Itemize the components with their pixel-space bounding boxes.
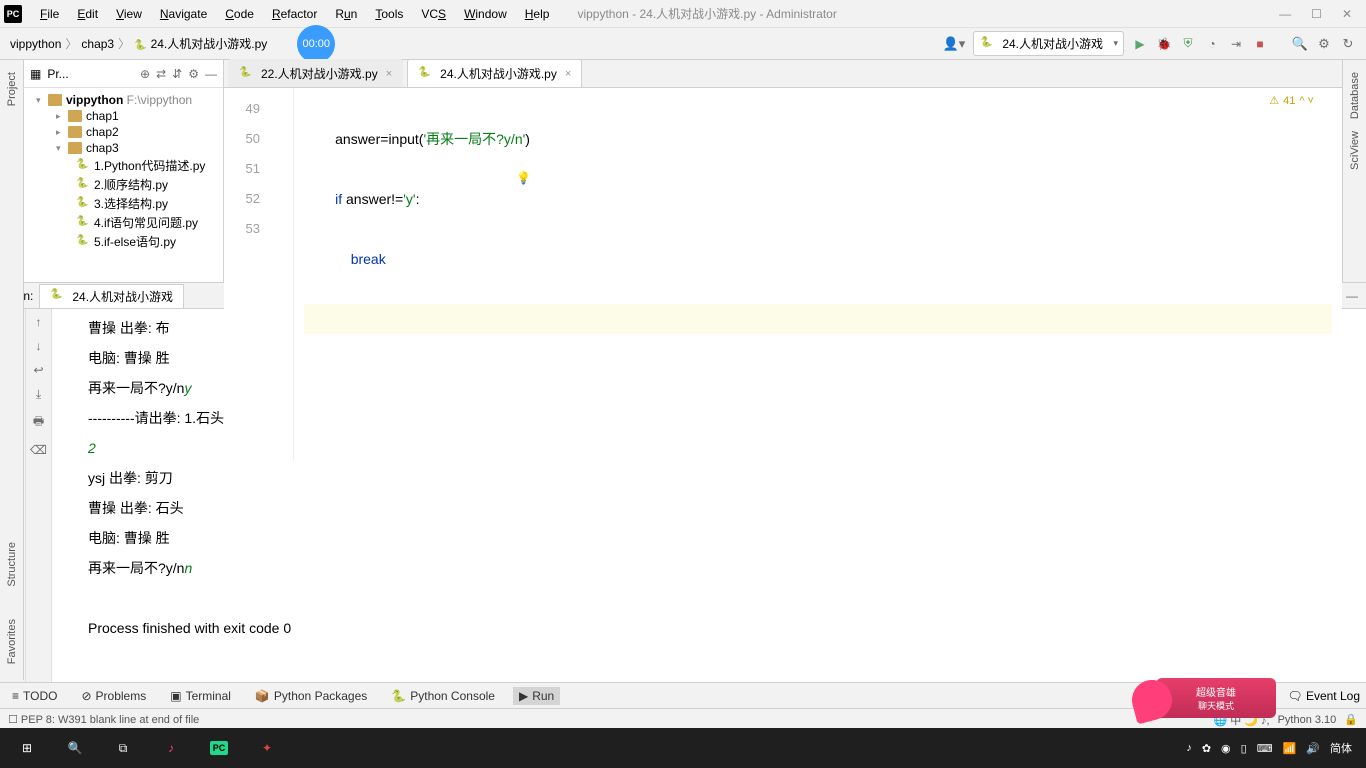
project-tree[interactable]: ▾vippython F:\vippython ▸chap1 ▸chap2 ▾c… <box>24 88 223 282</box>
hide-icon[interactable]: — <box>205 67 217 81</box>
tray-icon[interactable]: 📶 <box>1283 742 1297 755</box>
line-numbers: 49 50 51 52 53 <box>224 88 270 460</box>
menu-window[interactable]: Window <box>456 5 515 23</box>
hide-icon[interactable]: — <box>1346 289 1358 303</box>
inspection-widget[interactable]: ⚠ 41 ^ ˅ <box>1269 94 1314 107</box>
tray-icon[interactable]: ▯ <box>1241 742 1247 755</box>
debug-button[interactable]: 🐞 <box>1156 36 1172 52</box>
sciview-tool-button[interactable]: SciView <box>1349 125 1361 176</box>
menu-help[interactable]: Help <box>517 5 558 23</box>
tray-icon[interactable]: ♪ <box>1186 742 1192 754</box>
minimize-icon[interactable]: — <box>1279 7 1291 21</box>
menu-file[interactable]: File <box>32 5 67 23</box>
taskbar-app[interactable]: ✦ <box>244 728 290 768</box>
run-tool-button[interactable]: ▶ Run <box>513 687 560 705</box>
tray-icon[interactable]: ◉ <box>1221 742 1231 755</box>
collapse-icon[interactable]: ⇵ <box>172 67 182 81</box>
window-title: vippython - 24.人机对战小游戏.py - Administrato… <box>577 5 836 22</box>
maximize-icon[interactable]: ☐ <box>1311 7 1322 21</box>
search-everywhere-icon[interactable]: 🔍 <box>1292 36 1308 52</box>
breadcrumb-item[interactable]: chap3 <box>81 37 114 51</box>
breadcrumb-item[interactable]: 🐍24.人机对战小游戏.py <box>134 35 267 52</box>
music-widget[interactable]: 超级音雄 聊天模式 <box>1156 678 1276 718</box>
expand-icon[interactable]: ⇄ <box>156 67 166 81</box>
update-icon[interactable]: ↻ <box>1340 36 1356 52</box>
run-button[interactable]: ▶ <box>1132 36 1148 52</box>
soft-wrap-icon[interactable]: ↩ <box>33 363 43 377</box>
chevron-right-icon: 〉 <box>65 35 77 52</box>
event-log-button[interactable]: 🗨 Event Log <box>1287 689 1360 703</box>
intention-bulb-icon[interactable]: 💡 <box>516 171 531 185</box>
tray-volume-icon[interactable]: 🔊 <box>1306 742 1320 755</box>
user-icon[interactable]: 👤▾ <box>943 36 966 52</box>
print-icon[interactable]: 🖶 <box>33 412 44 433</box>
menu-navigate[interactable]: Navigate <box>152 5 215 23</box>
down-icon[interactable]: ↓ <box>36 339 42 353</box>
close-icon[interactable]: ✕ <box>1342 7 1352 21</box>
menu-edit[interactable]: Edit <box>69 5 106 23</box>
run-tab[interactable]: 🐍24.人机对战小游戏 <box>39 284 184 308</box>
chevron-right-icon: 〉 <box>118 35 130 52</box>
breadcrumb: vippython 〉 chap3 〉 🐍24.人机对战小游戏.py <box>10 35 267 52</box>
close-icon[interactable]: × <box>565 68 571 80</box>
status-message: ☐ PEP 8: W391 blank line at end of file <box>8 713 199 726</box>
settings-icon[interactable]: ⚙ <box>1316 36 1332 52</box>
project-tree-title: Pr... <box>47 67 134 81</box>
editor-tab[interactable]: 🐍22.人机对战小游戏.py× <box>228 59 403 87</box>
coverage-button[interactable]: ⛨ <box>1180 36 1196 52</box>
tray-lang[interactable]: 简体 <box>1330 740 1352 756</box>
menu-refactor[interactable]: Refactor <box>264 5 325 23</box>
up-icon[interactable]: ↑ <box>36 315 42 329</box>
profile-button[interactable]: ◔ <box>1204 36 1220 52</box>
clear-icon[interactable]: ⌫ <box>30 443 47 457</box>
problems-tool-button[interactable]: ⊘ Problems <box>75 687 152 705</box>
structure-tool-button[interactable]: Structure <box>6 536 18 593</box>
breadcrumb-item[interactable]: vippython <box>10 37 61 51</box>
close-icon[interactable]: × <box>386 68 392 80</box>
locate-icon[interactable]: ⊕ <box>140 67 150 81</box>
taskbar-app-pycharm[interactable]: PC <box>196 728 242 768</box>
project-tool-button[interactable]: Project <box>6 66 18 112</box>
terminal-tool-button[interactable]: ▣ Terminal <box>164 687 237 705</box>
app-logo: PC <box>4 5 22 23</box>
menu-vcs[interactable]: VCS <box>413 5 454 23</box>
menu-run[interactable]: Run <box>327 5 365 23</box>
python-interpreter[interactable]: Python 3.10 <box>1278 714 1337 726</box>
scroll-end-icon[interactable]: ⤓ <box>36 387 41 402</box>
attach-button[interactable]: ⇥ <box>1228 36 1244 52</box>
menubar: File Edit View Navigate Code Refactor Ru… <box>32 5 557 23</box>
favorites-tool-button[interactable]: Favorites <box>6 613 18 670</box>
taskbar-app[interactable]: ♪ <box>148 728 194 768</box>
project-tree-icon: ▦ <box>30 67 41 81</box>
lock-icon[interactable]: 🔒 <box>1344 713 1358 726</box>
start-button[interactable]: ⊞ <box>4 728 50 768</box>
tray-icon[interactable]: ⌨ <box>1257 742 1273 755</box>
menu-tools[interactable]: Tools <box>367 5 411 23</box>
editor-tab[interactable]: 🐍24.人机对战小游戏.py× <box>407 59 582 87</box>
taskview-button[interactable]: ⧉ <box>100 728 146 768</box>
stop-button[interactable]: ■ <box>1252 36 1268 52</box>
run-config-select[interactable]: 🐍24.人机对战小游戏 <box>973 31 1124 56</box>
database-tool-button[interactable]: Database <box>1349 66 1361 125</box>
python-packages-button[interactable]: 📦 Python Packages <box>249 687 373 705</box>
menu-view[interactable]: View <box>108 5 150 23</box>
python-console-button[interactable]: 🐍 Python Console <box>385 687 501 705</box>
code-editor[interactable]: 💡 49 50 51 52 53 answer=input('再来一局不?y/n… <box>224 88 1342 460</box>
todo-tool-button[interactable]: ≡ TODO <box>6 687 63 705</box>
gear-icon[interactable]: ⚙ <box>188 67 199 81</box>
timer-badge: 00:00 <box>297 25 335 63</box>
menu-code[interactable]: Code <box>217 5 262 23</box>
search-button[interactable]: 🔍 <box>52 728 98 768</box>
tray-icon[interactable]: ✿ <box>1202 742 1211 755</box>
